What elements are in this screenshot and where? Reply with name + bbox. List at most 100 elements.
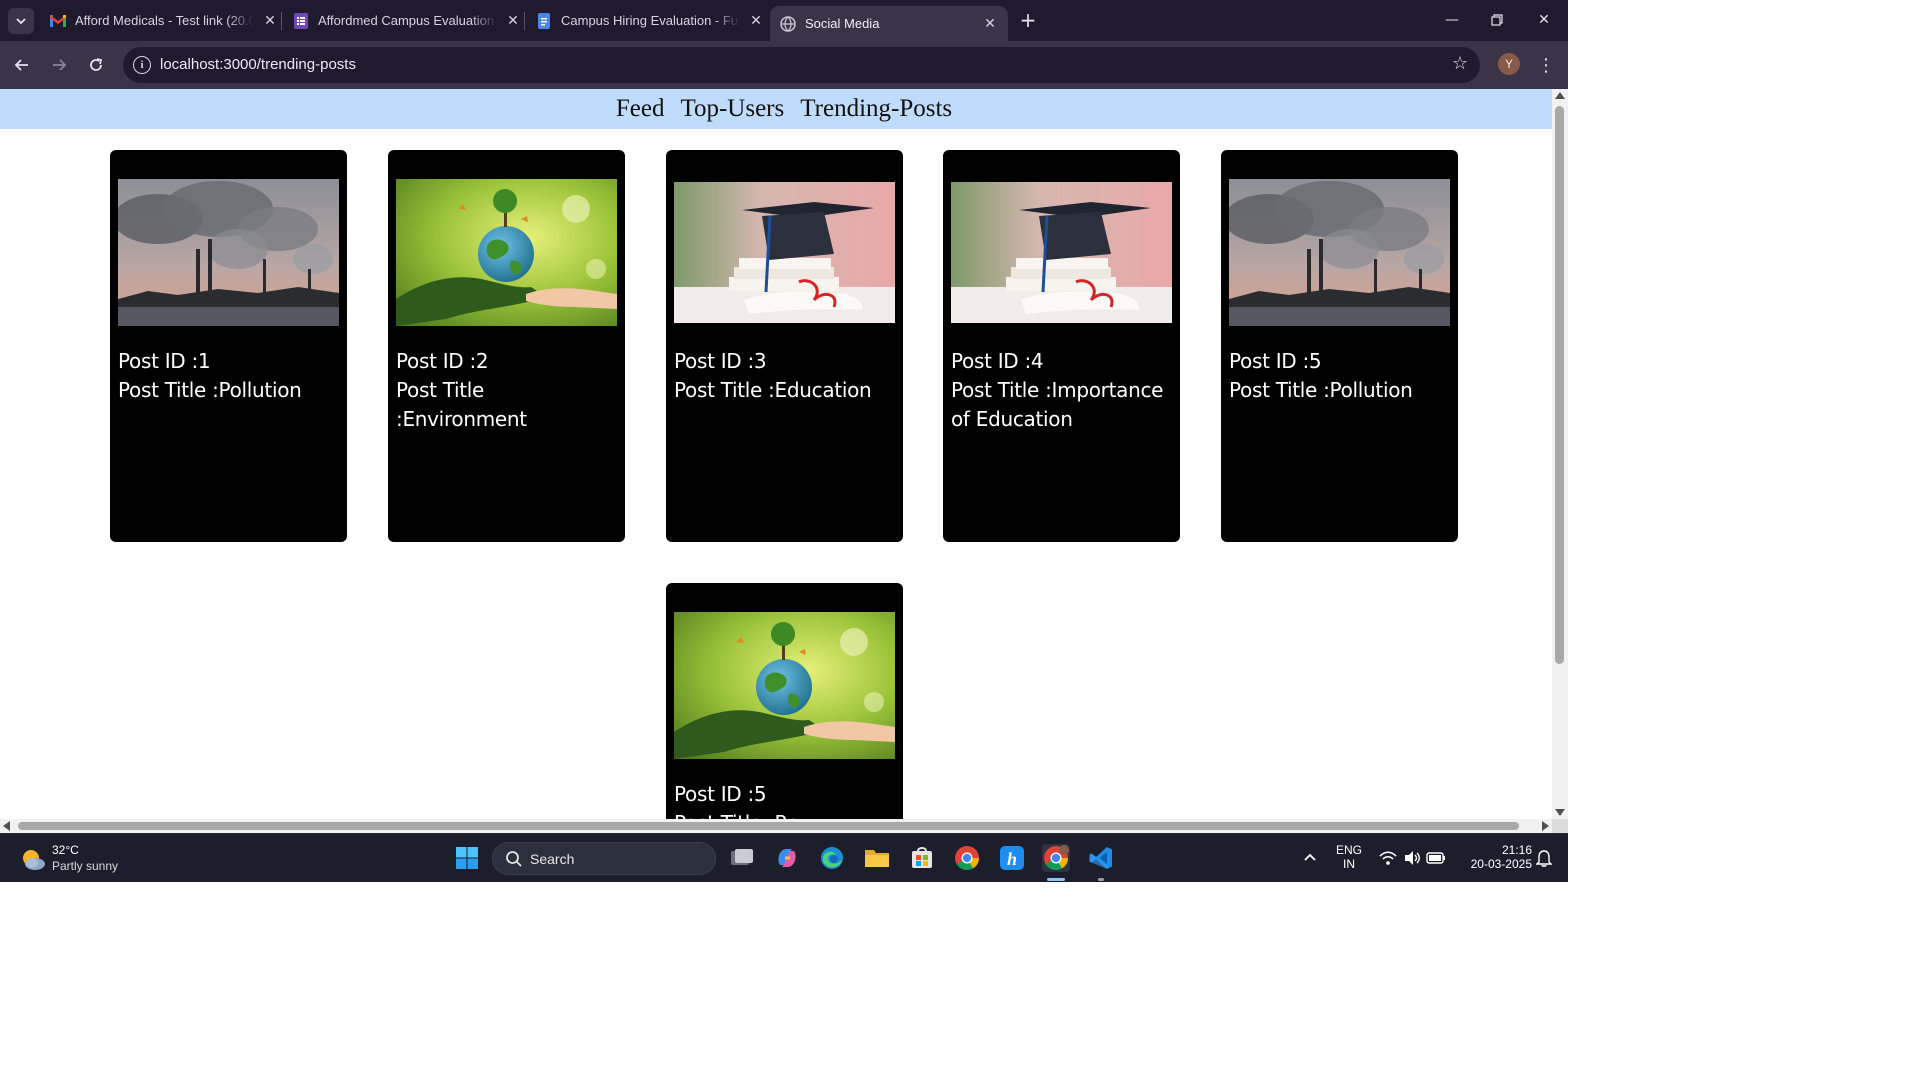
tab-separator — [524, 12, 525, 30]
post-title: Post Title :Importance of Education — [951, 378, 1164, 431]
profile-avatar[interactable]: Y — [1498, 53, 1520, 75]
post-title: Post Title :Pr — [674, 809, 898, 819]
battery-icon[interactable] — [1422, 844, 1450, 872]
tab-title: Affordmed Campus Evaluation | — [318, 13, 497, 28]
hackerrank-icon[interactable]: h — [998, 844, 1026, 872]
windows-start-icon[interactable] — [453, 844, 481, 872]
post-id: Post ID :2 — [396, 349, 489, 373]
more-menu-icon[interactable]: ⋮ — [1536, 53, 1556, 77]
globe-icon — [780, 15, 796, 32]
post-text: Post ID :2 Post Title :Environment — [396, 347, 620, 434]
reload-button[interactable] — [84, 53, 108, 77]
vscode-icon[interactable] — [1087, 844, 1115, 872]
post-card[interactable]: Post ID :4 Post Title :Importance of Edu… — [943, 150, 1180, 542]
search-label: Search — [530, 851, 575, 867]
post-card[interactable]: Post ID :2 Post Title :Environment — [388, 150, 625, 542]
file-explorer-icon[interactable] — [863, 844, 891, 872]
post-title: Post Title :Pollution — [118, 378, 302, 402]
partly-sunny-icon[interactable] — [20, 846, 46, 872]
notification-bell-icon[interactable] — [1530, 844, 1558, 872]
tab-campus-hiring[interactable]: Campus Hiring Evaluation - Full ✕ — [534, 6, 766, 35]
search-icon — [506, 851, 522, 867]
horizontal-scroll-thumb[interactable] — [18, 822, 1519, 830]
minimize-button[interactable]: — — [1436, 6, 1468, 34]
close-icon[interactable]: ✕ — [746, 11, 766, 31]
arrow-left-icon — [14, 59, 28, 71]
address-bar[interactable]: i localhost:3000/trending-posts ☆ — [123, 47, 1480, 83]
active-app-indicator — [1047, 878, 1065, 881]
docs-icon — [536, 12, 552, 29]
nav-link-feed[interactable]: Feed — [616, 95, 665, 123]
scroll-up-arrow-icon[interactable] — [1555, 92, 1565, 99]
arrow-right-icon — [53, 59, 67, 71]
taskbar: 32°C Partly sunny Search h ENG IN 21:16 … — [0, 833, 1568, 882]
restore-button[interactable] — [1481, 6, 1513, 34]
scroll-left-arrow-icon[interactable] — [3, 821, 10, 831]
browser-toolbar: i localhost:3000/trending-posts ☆ Y ⋮ — [0, 41, 1568, 89]
nav-link-trending-posts[interactable]: Trending-Posts — [800, 95, 952, 123]
language-code: ENG — [1335, 843, 1362, 857]
tab-afford-medicals[interactable]: Afford Medicals - Test link (20.0 ✕ — [48, 6, 280, 35]
url-text[interactable]: localhost:3000/trending-posts — [160, 56, 356, 73]
language-indicator[interactable]: ENG IN — [1330, 843, 1368, 871]
weather-description[interactable]: Partly sunny — [52, 859, 118, 873]
taskbar-search-box[interactable]: Search — [492, 842, 716, 875]
copilot-icon[interactable] — [773, 844, 801, 872]
language-region: IN — [1343, 857, 1355, 871]
tab-separator — [281, 12, 282, 30]
new-tab-button[interactable]: + — [1016, 8, 1040, 32]
post-title: Post Title :Pollution — [1229, 378, 1413, 402]
post-image-education — [674, 182, 895, 323]
post-image-pollution — [1229, 179, 1450, 326]
vertical-scrollbar[interactable] — [1552, 89, 1568, 819]
site-navbar: Feed Top-Users Trending-Posts — [0, 89, 1552, 129]
close-icon[interactable]: ✕ — [980, 14, 1000, 34]
edge-icon[interactable] — [818, 844, 846, 872]
post-id: Post ID :5 — [674, 782, 767, 806]
post-text: Post ID :1 Post Title :Pollution — [118, 347, 342, 405]
post-title: Post Title :Education — [674, 378, 872, 402]
post-image-environment — [674, 612, 895, 759]
task-view-icon[interactable] — [728, 844, 756, 872]
tab-social-media[interactable]: Social Media ✕ — [770, 6, 1008, 41]
post-image-education — [951, 182, 1172, 323]
close-icon[interactable]: ✕ — [503, 11, 523, 31]
post-text: Post ID :5 Post Title :Pollution — [1229, 347, 1453, 405]
chevron-up-icon[interactable] — [1296, 844, 1324, 872]
tab-title: Campus Hiring Evaluation - Full — [561, 13, 740, 28]
bookmark-star-icon[interactable]: ☆ — [1452, 53, 1468, 74]
vertical-scroll-thumb[interactable] — [1555, 106, 1564, 664]
clock-time: 21:16 — [1501, 843, 1532, 857]
reload-icon — [90, 58, 103, 71]
tab-search-button[interactable] — [8, 8, 34, 34]
clock[interactable]: 21:16 20-03-2025 — [1454, 843, 1532, 871]
nav-link-top-users[interactable]: Top-Users — [680, 95, 784, 123]
tab-affordmed-campus[interactable]: Affordmed Campus Evaluation | ✕ — [291, 6, 523, 35]
back-button[interactable] — [10, 53, 34, 77]
post-id: Post ID :1 — [118, 349, 211, 373]
site-info-icon[interactable]: i — [133, 56, 151, 74]
microsoft-store-icon[interactable] — [908, 844, 936, 872]
weather-temperature[interactable]: 32°C — [52, 843, 79, 857]
post-text: Post ID :5 Post Title :Pr — [674, 780, 898, 819]
tab-strip: Afford Medicals - Test link (20.0 ✕ Affo… — [0, 0, 1568, 41]
clock-date: 20-03-2025 — [1470, 857, 1532, 871]
svg-text:h: h — [1007, 849, 1017, 869]
chrome-icon[interactable] — [953, 844, 981, 872]
horizontal-scrollbar[interactable] — [0, 819, 1552, 833]
post-card[interactable]: Post ID :5 Post Title :Pollution — [1221, 150, 1458, 542]
post-title: Post Title :Environment — [396, 378, 527, 431]
post-card[interactable]: Post ID :1 Post Title :Pollution — [110, 150, 347, 542]
scroll-right-arrow-icon[interactable] — [1542, 821, 1549, 831]
scroll-down-arrow-icon[interactable] — [1555, 809, 1565, 816]
page-viewport: Feed Top-Users Trending-Posts Post ID:1… — [0, 89, 1552, 819]
post-id: Post ID :5 — [1229, 349, 1322, 373]
close-icon[interactable]: ✕ — [260, 11, 280, 31]
close-window-button[interactable]: ✕ — [1528, 6, 1560, 34]
post-card[interactable]: Post ID :5 Post Title :Pr — [666, 583, 903, 819]
tab-title: Afford Medicals - Test link (20.0 — [75, 13, 254, 28]
post-id: Post ID :3 — [674, 349, 767, 373]
forward-button[interactable] — [47, 53, 71, 77]
chrome-profile-icon[interactable] — [1042, 844, 1070, 872]
post-card[interactable]: Post ID :3 Post Title :Education — [666, 150, 903, 542]
